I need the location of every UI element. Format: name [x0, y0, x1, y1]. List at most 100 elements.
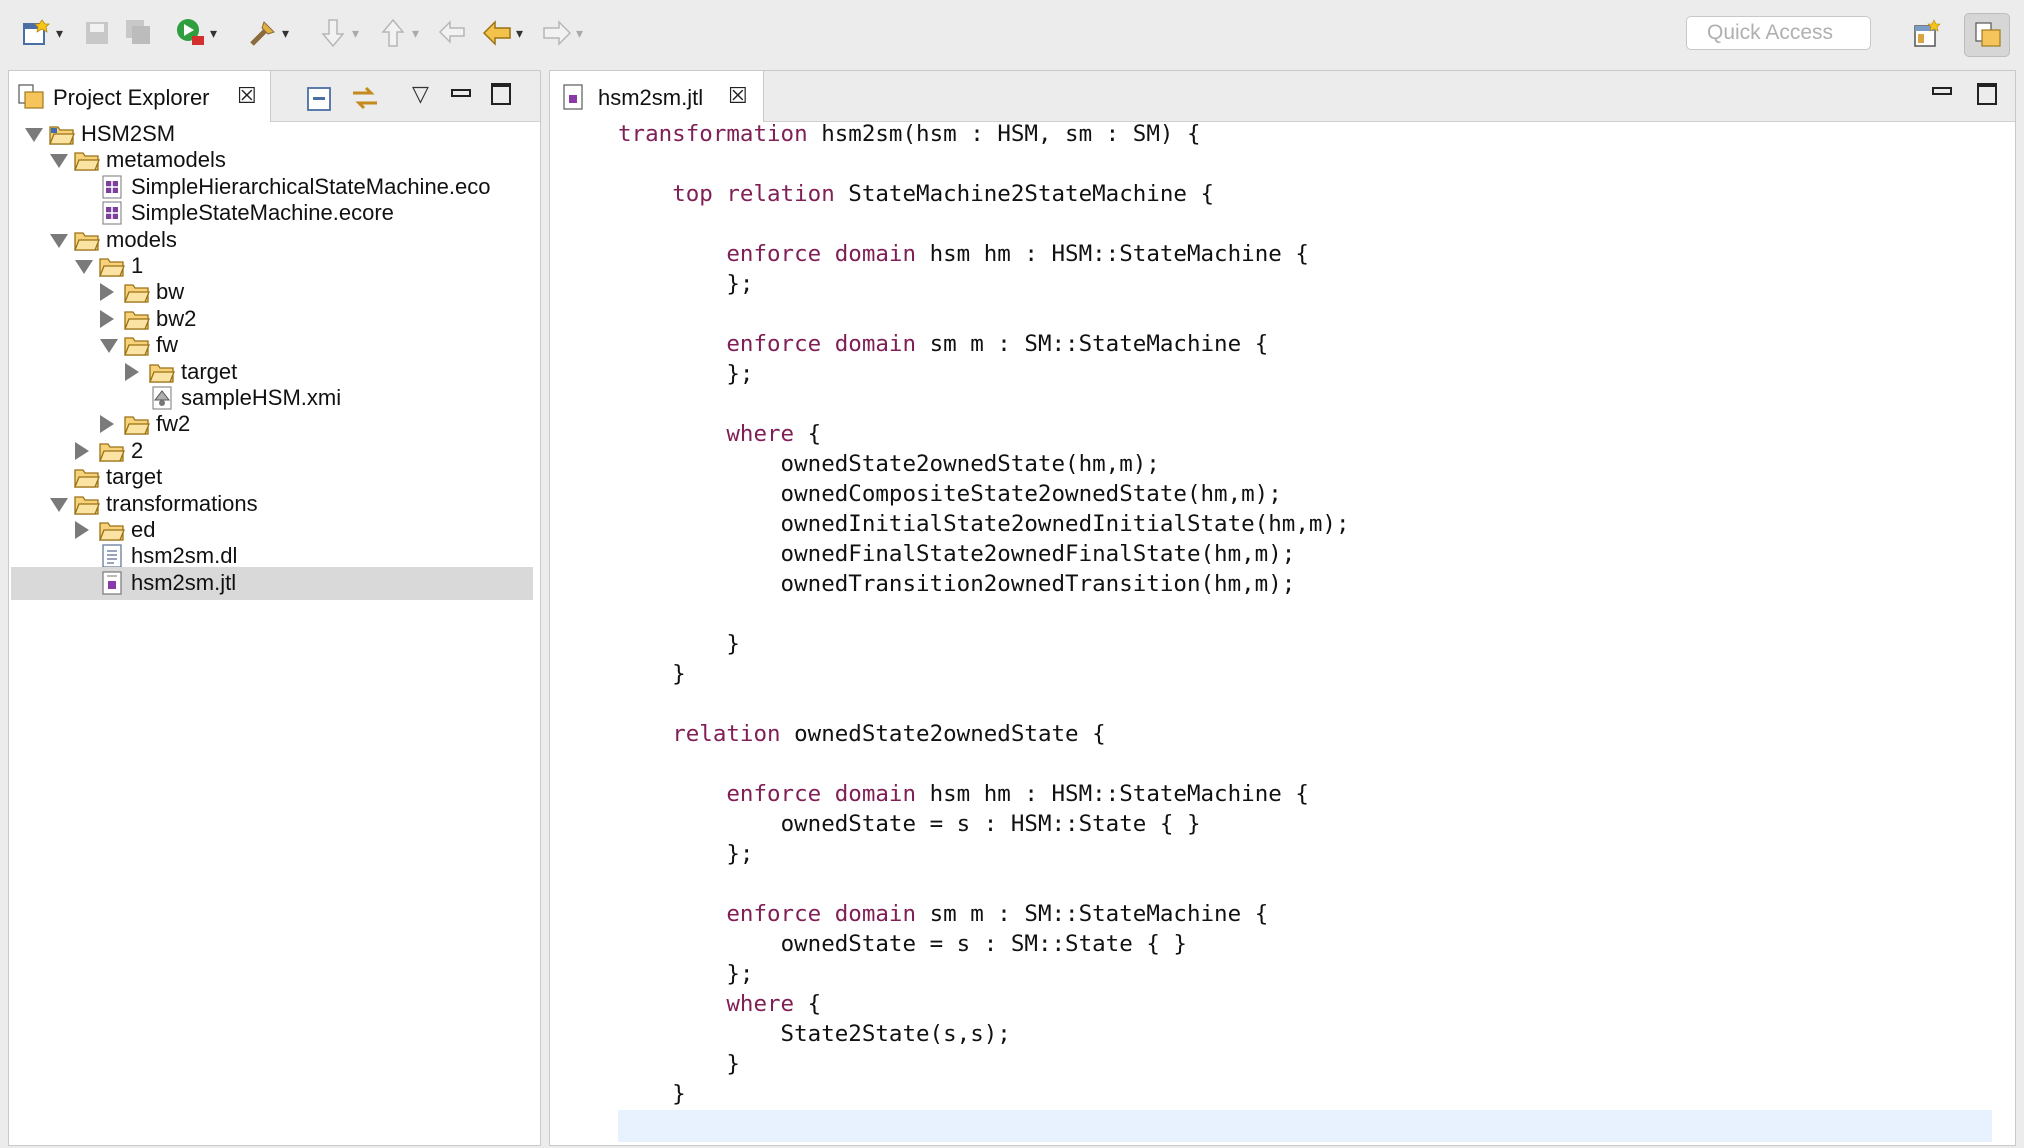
new-wizard-button[interactable]: ▾ — [20, 14, 63, 52]
dropdown-arrow-icon[interactable]: ▾ — [282, 26, 289, 40]
tree-item[interactable]: hsm2sm.jtl — [11, 566, 533, 600]
tree-item-label: HSM2SM — [81, 121, 176, 146]
run-button[interactable]: ▾ — [174, 14, 217, 52]
dropdown-arrow-icon[interactable]: ▾ — [412, 26, 419, 40]
folder-icon — [99, 443, 125, 462]
tab-hsm2sm-jtl[interactable]: hsm2sm.jtl ☒ — [550, 71, 764, 122]
code-line: }; — [618, 961, 754, 987]
folder-icon — [149, 363, 175, 383]
code-line: where { — [726, 991, 822, 1017]
code-line: } — [618, 631, 740, 657]
link-with-editor-icon[interactable] — [349, 83, 381, 113]
project-explorer-view: Project Explorer ☒ ▽ HSM2SM metamodels Sim… — [8, 70, 541, 1146]
tree-item-label: fw — [156, 332, 178, 358]
expanded-triangle-icon[interactable] — [75, 260, 93, 274]
xmi-file-icon — [152, 386, 172, 410]
code-line: }; — [618, 361, 754, 387]
folder-icon — [124, 416, 150, 436]
code-line: }; — [618, 271, 754, 297]
forward-button[interactable]: ▾ — [540, 14, 583, 52]
folder-icon — [124, 311, 150, 330]
tab-project-explorer[interactable]: Project Explorer ☒ — [9, 71, 271, 122]
save-icon — [86, 22, 108, 44]
collapse-all-icon[interactable] — [305, 85, 333, 113]
collapsed-triangle-icon[interactable] — [100, 415, 114, 434]
collapsed-triangle-icon[interactable] — [75, 521, 89, 539]
jtl-file-icon — [102, 571, 122, 595]
tree-item-label: hsm2sm.jtl — [131, 569, 237, 595]
expanded-triangle-icon[interactable] — [50, 497, 68, 512]
expanded-triangle-icon[interactable] — [100, 339, 118, 354]
minimize-icon[interactable] — [1932, 87, 1952, 95]
tree-item-label: fw2 — [156, 411, 191, 437]
quick-access-input[interactable]: Quick Access — [1686, 16, 1871, 50]
dropdown-arrow-icon[interactable]: ▾ — [516, 26, 523, 40]
external-tools-button[interactable]: ▾ — [246, 14, 289, 52]
close-icon[interactable]: ☒ — [728, 83, 748, 109]
expanded-triangle-icon[interactable] — [50, 233, 68, 248]
previous-annotation-button[interactable]: ▾ — [376, 14, 419, 52]
dropdown-arrow-icon[interactable]: ▾ — [210, 26, 217, 40]
minimize-icon[interactable] — [451, 89, 471, 97]
tree-item-label: 1 — [131, 253, 144, 278]
open-perspective-icon[interactable] — [1912, 18, 1944, 50]
back-button[interactable]: ▾ — [480, 14, 523, 52]
code-line: } — [618, 1081, 686, 1107]
expanded-triangle-icon[interactable] — [50, 154, 68, 169]
collapsed-triangle-icon[interactable] — [100, 309, 114, 328]
resource-perspective-button[interactable] — [1964, 13, 2010, 57]
code-line: ownedFinalState2ownedFinalState(hm,m); — [618, 541, 1296, 567]
close-icon[interactable]: ☒ — [237, 83, 257, 109]
code-line: } — [618, 1051, 740, 1077]
arrow-down-icon — [321, 19, 345, 48]
collapsed-triangle-icon[interactable] — [125, 362, 139, 381]
editor-area: hsm2sm.jtl ☒ transformation hsm2sm(hsm :… — [549, 70, 2016, 1146]
collapsed-triangle-icon[interactable] — [75, 441, 89, 460]
tree-item-label: metamodels — [106, 147, 226, 173]
tree-item-label: SimpleStateMachine.ecore — [131, 200, 394, 226]
expanded-triangle-icon[interactable] — [25, 128, 43, 142]
explorer-tab-bar: Project Explorer ☒ ▽ — [9, 71, 540, 122]
dropdown-arrow-icon[interactable]: ▾ — [352, 26, 359, 40]
folder-icon — [74, 152, 100, 172]
next-annotation-button[interactable]: ▾ — [316, 14, 359, 52]
save-button[interactable] — [80, 14, 114, 52]
new-file-icon — [23, 19, 50, 45]
tree-item-label: target — [106, 464, 163, 490]
code-line: }; — [618, 841, 754, 867]
code-text-area[interactable]: transformation hsm2sm(hsm : HSM, sm : SM… — [618, 119, 1350, 1109]
maximize-icon[interactable] — [1977, 83, 1997, 105]
code-line: enforce domain sm m : SM::StateMachine { — [726, 331, 1269, 357]
tab-label: hsm2sm.jtl — [598, 85, 704, 110]
maximize-icon[interactable] — [491, 83, 511, 105]
tree-item-label: bw — [156, 279, 185, 305]
save-all-icon — [126, 20, 150, 44]
collapsed-triangle-icon[interactable] — [100, 283, 114, 302]
jtl-file-icon — [563, 84, 583, 110]
folder-icon — [74, 495, 100, 515]
editor-tab-bar: hsm2sm.jtl ☒ — [550, 71, 2015, 122]
view-menu-icon[interactable]: ▽ — [412, 81, 429, 107]
last-edit-location-button[interactable] — [436, 14, 470, 52]
folder-icon — [99, 258, 125, 277]
code-line: ownedState = s : SM::State { } — [780, 931, 1187, 957]
dropdown-arrow-icon[interactable]: ▾ — [576, 26, 583, 40]
run-icon — [177, 19, 204, 45]
dropdown-arrow-icon[interactable]: ▾ — [56, 26, 63, 40]
folder-icon — [74, 231, 100, 251]
tree-item-label: bw2 — [156, 305, 197, 331]
main-toolbar: ▾ ▾ ▾ ▾ ▾ ▾ ▾ Quick Access — [0, 0, 2024, 68]
tree-item-label: 2 — [131, 437, 144, 463]
code-line: enforce domain sm m : SM::StateMachine { — [726, 901, 1269, 927]
code-line: enforce domain hsm hm : HSM::StateMachin… — [726, 241, 1309, 267]
project-folder-icon — [49, 126, 75, 145]
code-line: State2State(s,s); — [618, 1021, 1011, 1047]
code-line: ownedCompositeState2ownedState(hm,m); — [618, 481, 1282, 507]
code-line: transformation hsm2sm(hsm : HSM, sm : SM… — [618, 121, 1201, 147]
save-all-button[interactable] — [122, 14, 156, 52]
folder-icon — [99, 522, 125, 541]
